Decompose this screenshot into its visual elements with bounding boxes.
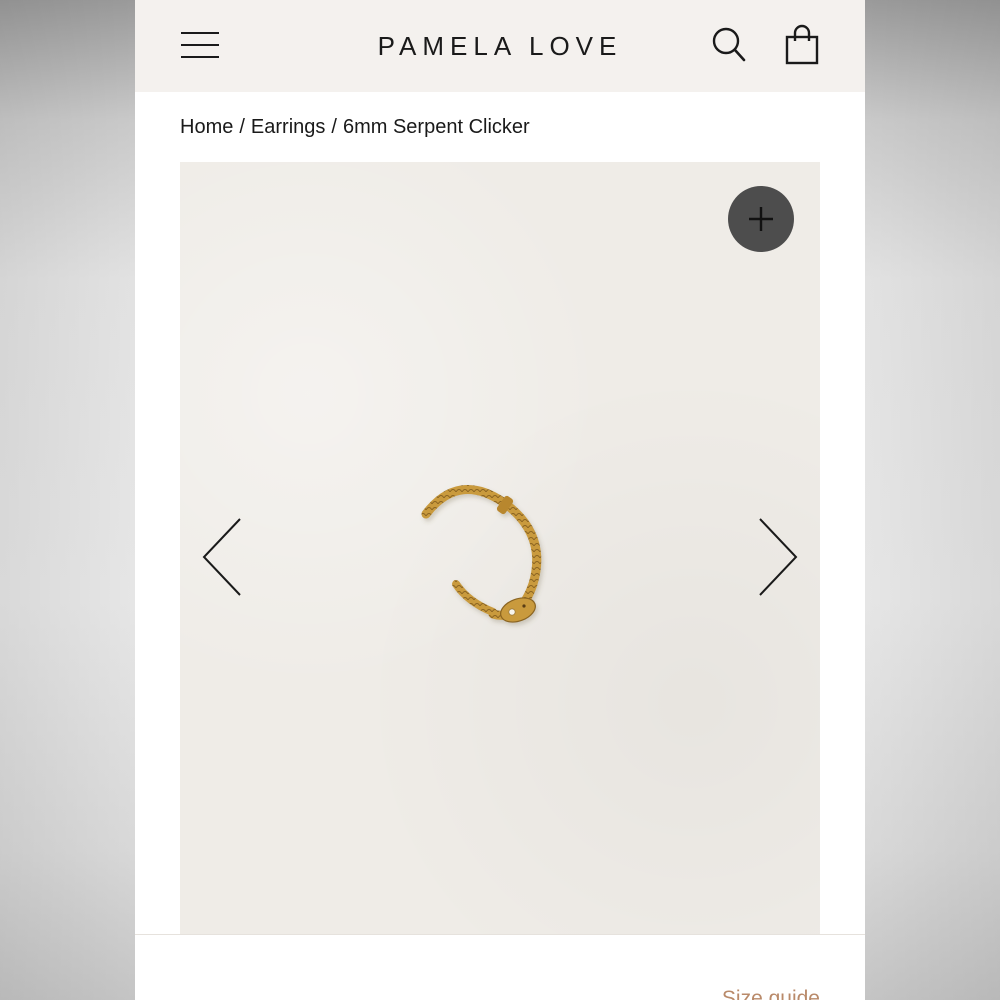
plus-icon [749, 207, 773, 231]
breadcrumb-home[interactable]: Home [180, 116, 233, 138]
breadcrumb-earrings[interactable]: Earrings [251, 116, 325, 138]
chevron-right-icon [759, 518, 798, 596]
mobile-page: PAMELA LOVE Home / Earrings/6mm Serpent Cl… [135, 0, 865, 1000]
search-button[interactable] [711, 26, 747, 64]
serpent-earring-image [421, 485, 542, 623]
breadcrumb-current: 6mm Serpent Clicker [342, 116, 530, 138]
shopping-bag-button[interactable] [783, 24, 821, 66]
product-image-gallery[interactable] [180, 162, 820, 934]
size-guide-link[interactable]: Size guide [722, 987, 820, 1000]
backdrop-left [0, 0, 135, 1000]
menu-button[interactable] [179, 28, 221, 62]
hamburger-menu-icon [181, 32, 219, 34]
breadcrumb-separator: / [239, 116, 245, 138]
site-header: PAMELA LOVE [135, 0, 865, 92]
breadcrumb: Home / Earrings/6mm Serpent Clicker [180, 114, 530, 140]
next-image-button[interactable] [754, 517, 798, 597]
chevron-left-icon [202, 518, 241, 596]
search-icon [712, 27, 746, 62]
previous-image-button[interactable] [202, 517, 246, 597]
product-details-bar: Size guide [135, 934, 865, 1000]
brand-logo[interactable]: PAMELA LOVE [315, 30, 685, 62]
breadcrumb-separator: / [331, 116, 337, 138]
zoom-button[interactable] [728, 186, 794, 252]
backdrop-right [865, 0, 1000, 1000]
shopping-bag-icon [785, 24, 819, 65]
